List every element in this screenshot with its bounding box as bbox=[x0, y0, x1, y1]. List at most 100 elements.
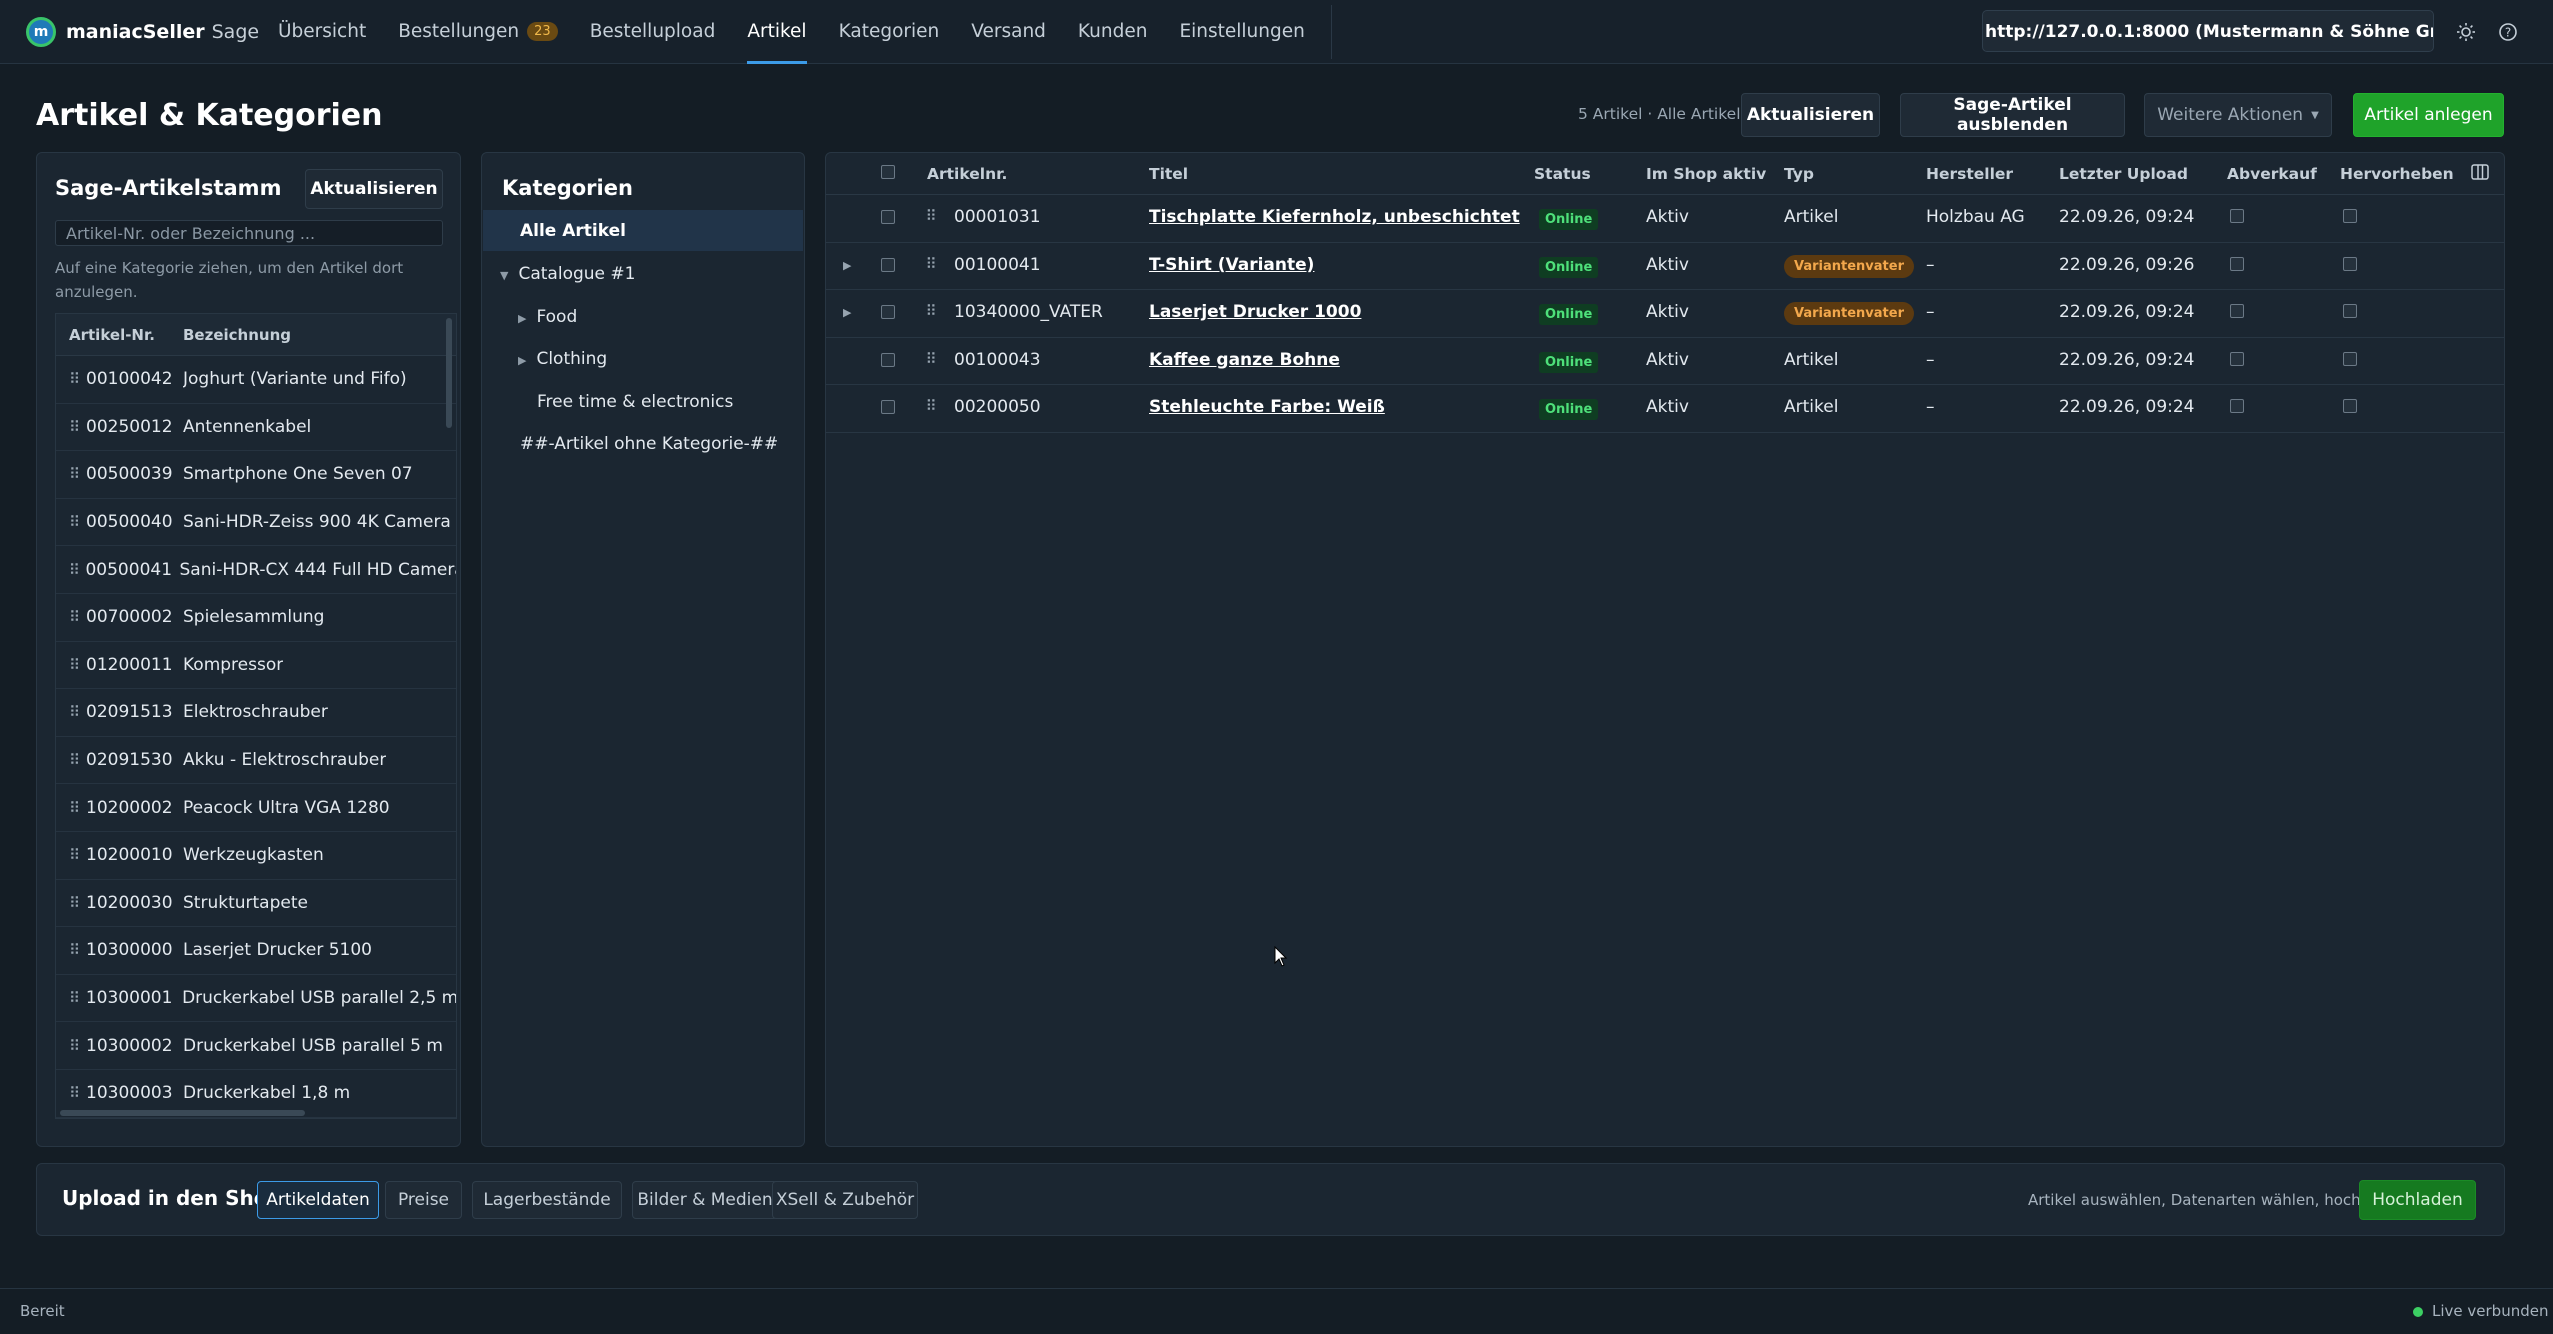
sage-article-row[interactable]: ⠿ 10300001 Druckerkabel USB parallel 2,5 m bbox=[56, 975, 456, 1023]
drag-handle-icon[interactable]: ⠿ bbox=[56, 418, 82, 436]
column-typ[interactable]: Typ bbox=[1784, 165, 1814, 183]
table-row[interactable]: ▶ ⠿ 00100041 T-Shirt (Variante) Online Aktiv V… bbox=[826, 243, 2504, 290]
sage-article-row[interactable]: ⠿ 10300000 Laserjet Drucker 5100 bbox=[56, 927, 456, 975]
upload-button[interactable]: Hochladen bbox=[2359, 1180, 2476, 1220]
drag-handle-icon[interactable]: ⠿ bbox=[56, 465, 82, 483]
upload-tab-xsell-zubehoer[interactable]: XSell & Zubehör bbox=[772, 1181, 918, 1219]
nav-kategorien[interactable]: Kategorien bbox=[823, 0, 956, 64]
upload-tab-lagerbestaende[interactable]: Lagerbestände bbox=[472, 1181, 622, 1219]
clearance-checkbox[interactable] bbox=[2230, 399, 2244, 413]
table-row[interactable]: ▶ ⠿ 10340000_VATER Laserjet Drucker 1000 Onl… bbox=[826, 290, 2504, 338]
article-title-link[interactable]: Kaffee ganze Bohne bbox=[1149, 350, 1340, 370]
sage-article-row[interactable]: ⠿ 00500041 Sani-HDR-CX 444 Full HD Camera bbox=[56, 546, 456, 594]
select-all-checkbox[interactable] bbox=[881, 165, 895, 179]
column-titel[interactable]: Titel bbox=[1149, 165, 1188, 183]
row-checkbox[interactable] bbox=[881, 257, 895, 272]
drag-handle-icon[interactable]: ⠿ bbox=[56, 846, 82, 864]
column-artikel-nr[interactable]: Artikel-Nr. bbox=[56, 326, 183, 344]
row-checkbox[interactable] bbox=[881, 210, 895, 224]
sage-article-row[interactable]: ⠿ 02091513 Elektroschrauber bbox=[56, 689, 456, 737]
article-title-link[interactable]: Tischplatte Kiefernholz, unbeschichtet bbox=[1149, 207, 1520, 227]
vertical-scrollbar[interactable] bbox=[446, 318, 452, 428]
upload-tab-artikeldaten[interactable]: Artikeldaten bbox=[257, 1181, 379, 1219]
drag-handle-icon[interactable]: ⠿ bbox=[917, 302, 943, 320]
drag-handle-icon[interactable]: ⠿ bbox=[917, 207, 943, 225]
help-icon[interactable]: ? bbox=[2494, 18, 2522, 46]
drag-handle-icon[interactable]: ⠿ bbox=[56, 941, 82, 959]
sun-icon[interactable] bbox=[2452, 18, 2480, 46]
nav-uebersicht[interactable]: Übersicht bbox=[262, 0, 382, 64]
drag-handle-icon[interactable]: ⠿ bbox=[56, 561, 81, 579]
column-letzter-upload[interactable]: Letzter Upload bbox=[2059, 165, 2188, 183]
table-row[interactable]: ⠿ 00001031 Tischplatte Kiefernholz, unbesc… bbox=[826, 195, 2504, 243]
category-free-time-electronics[interactable]: Free time & electronics bbox=[537, 392, 733, 412]
highlight-checkbox[interactable] bbox=[2343, 209, 2357, 223]
drag-handle-icon[interactable]: ⠿ bbox=[56, 751, 82, 769]
category-all-articles[interactable]: Alle Artikel bbox=[520, 221, 626, 241]
table-row[interactable]: ⠿ 00200050 Stehleuchte Farbe: Weiß Online Ak… bbox=[826, 385, 2504, 433]
drag-handle-icon[interactable]: ⠿ bbox=[56, 608, 82, 626]
highlight-checkbox[interactable] bbox=[2343, 256, 2357, 271]
highlight-checkbox[interactable] bbox=[2343, 351, 2357, 366]
nav-bestellupload[interactable]: Bestellupload bbox=[574, 0, 732, 64]
table-row[interactable]: ⠿ 00100043 Kaffee ganze Bohne Online Aktiv Ar… bbox=[826, 338, 2504, 385]
row-checkbox[interactable] bbox=[881, 400, 895, 414]
sage-article-row[interactable]: ⠿ 10200002 Peacock Ultra VGA 1280 bbox=[56, 784, 456, 832]
drag-handle-icon[interactable]: ⠿ bbox=[56, 656, 82, 674]
sage-article-row[interactable]: ⠿ 01200011 Kompressor bbox=[56, 642, 456, 690]
clearance-checkbox[interactable] bbox=[2230, 209, 2244, 223]
sage-article-row[interactable]: ⠿ 10200030 Strukturtapete bbox=[56, 880, 456, 928]
article-title-link[interactable]: Stehleuchte Farbe: Weiß bbox=[1149, 397, 1385, 417]
sage-article-row[interactable]: ⠿ 10200010 Werkzeugkasten bbox=[56, 832, 456, 880]
chevron-right-icon[interactable]: ▶ bbox=[518, 312, 526, 325]
sage-article-row[interactable]: ⠿ 00700002 Spielesammlung bbox=[56, 594, 456, 642]
hide-sage-articles-button[interactable]: Sage-Artikel ausblenden bbox=[1900, 93, 2125, 137]
row-checkbox[interactable] bbox=[881, 305, 895, 319]
sage-article-row[interactable]: ⠿ 02091530 Akku - Elektroschrauber bbox=[56, 737, 456, 785]
highlight-checkbox[interactable] bbox=[2343, 304, 2357, 318]
category-food[interactable]: ▶ Food bbox=[518, 307, 577, 327]
highlight-checkbox[interactable] bbox=[2343, 399, 2357, 413]
column-hersteller[interactable]: Hersteller bbox=[1926, 165, 2013, 183]
brand[interactable]: m maniacSeller Sage bbox=[26, 16, 262, 47]
clearance-checkbox[interactable] bbox=[2230, 304, 2244, 318]
drag-handle-icon[interactable]: ⠿ bbox=[56, 989, 82, 1007]
connection-field[interactable]: http://127.0.0.1:8000 (Mustermann & Söhn… bbox=[1982, 10, 2434, 52]
expand-row-icon[interactable]: ▶ bbox=[843, 259, 851, 272]
category-catalogue[interactable]: ▼ Catalogue #1 bbox=[500, 264, 635, 284]
drag-handle-icon[interactable]: ⠿ bbox=[56, 894, 82, 912]
sage-article-row[interactable]: ⠿ 10300002 Druckerkabel USB parallel 5 m bbox=[56, 1022, 456, 1070]
drag-handle-icon[interactable]: ⠿ bbox=[917, 255, 943, 273]
expand-row-icon[interactable]: ▶ bbox=[843, 306, 851, 319]
column-bezeichnung[interactable]: Bezeichnung bbox=[183, 326, 291, 344]
nav-versand[interactable]: Versand bbox=[955, 0, 1062, 64]
upload-tab-bilder-medien[interactable]: Bilder & Medien bbox=[632, 1181, 778, 1219]
column-artikelnr[interactable]: Artikelnr. bbox=[927, 165, 1007, 183]
nav-einstellungen[interactable]: Einstellungen bbox=[1163, 0, 1320, 64]
nav-artikel[interactable]: Artikel bbox=[731, 0, 822, 64]
row-checkbox[interactable] bbox=[881, 352, 895, 367]
chevron-down-icon[interactable]: ▼ bbox=[500, 269, 508, 282]
category-uncategorized[interactable]: ##-Artikel ohne Kategorie-## bbox=[520, 434, 778, 454]
sage-article-list[interactable]: Artikel-Nr. Bezeichnung ⠿ 00100042 Joghurt… bbox=[55, 313, 457, 1119]
article-title-link[interactable]: Laserjet Drucker 1000 bbox=[1149, 302, 1361, 322]
column-status[interactable]: Status bbox=[1534, 165, 1591, 183]
columns-toggle-icon[interactable] bbox=[2471, 164, 2489, 184]
clearance-checkbox[interactable] bbox=[2230, 351, 2244, 366]
drag-handle-icon[interactable]: ⠿ bbox=[917, 397, 943, 415]
drag-handle-icon[interactable]: ⠿ bbox=[917, 350, 943, 368]
chevron-right-icon[interactable]: ▶ bbox=[518, 354, 526, 367]
sage-article-row[interactable]: ⠿ 00500040 Sani-HDR-Zeiss 900 4K Camera bbox=[56, 499, 456, 547]
drag-handle-icon[interactable]: ⠿ bbox=[56, 370, 82, 388]
column-hervorheben[interactable]: Hervorheben bbox=[2340, 165, 2454, 183]
drag-handle-icon[interactable]: ⠿ bbox=[56, 1084, 82, 1102]
column-im-shop-aktiv[interactable]: Im Shop aktiv bbox=[1646, 165, 1766, 183]
drag-handle-icon[interactable]: ⠿ bbox=[56, 513, 82, 531]
more-actions-dropdown[interactable]: Weitere Aktionen ▼ bbox=[2144, 93, 2332, 137]
horizontal-scrollbar[interactable] bbox=[60, 1110, 305, 1116]
sage-article-row[interactable]: ⠿ 00500039 Smartphone One Seven 07 bbox=[56, 451, 456, 499]
clearance-checkbox[interactable] bbox=[2230, 256, 2244, 271]
nav-bestellungen[interactable]: Bestellungen 23 bbox=[382, 0, 573, 64]
drag-handle-icon[interactable]: ⠿ bbox=[56, 703, 82, 721]
nav-kunden[interactable]: Kunden bbox=[1062, 0, 1164, 64]
